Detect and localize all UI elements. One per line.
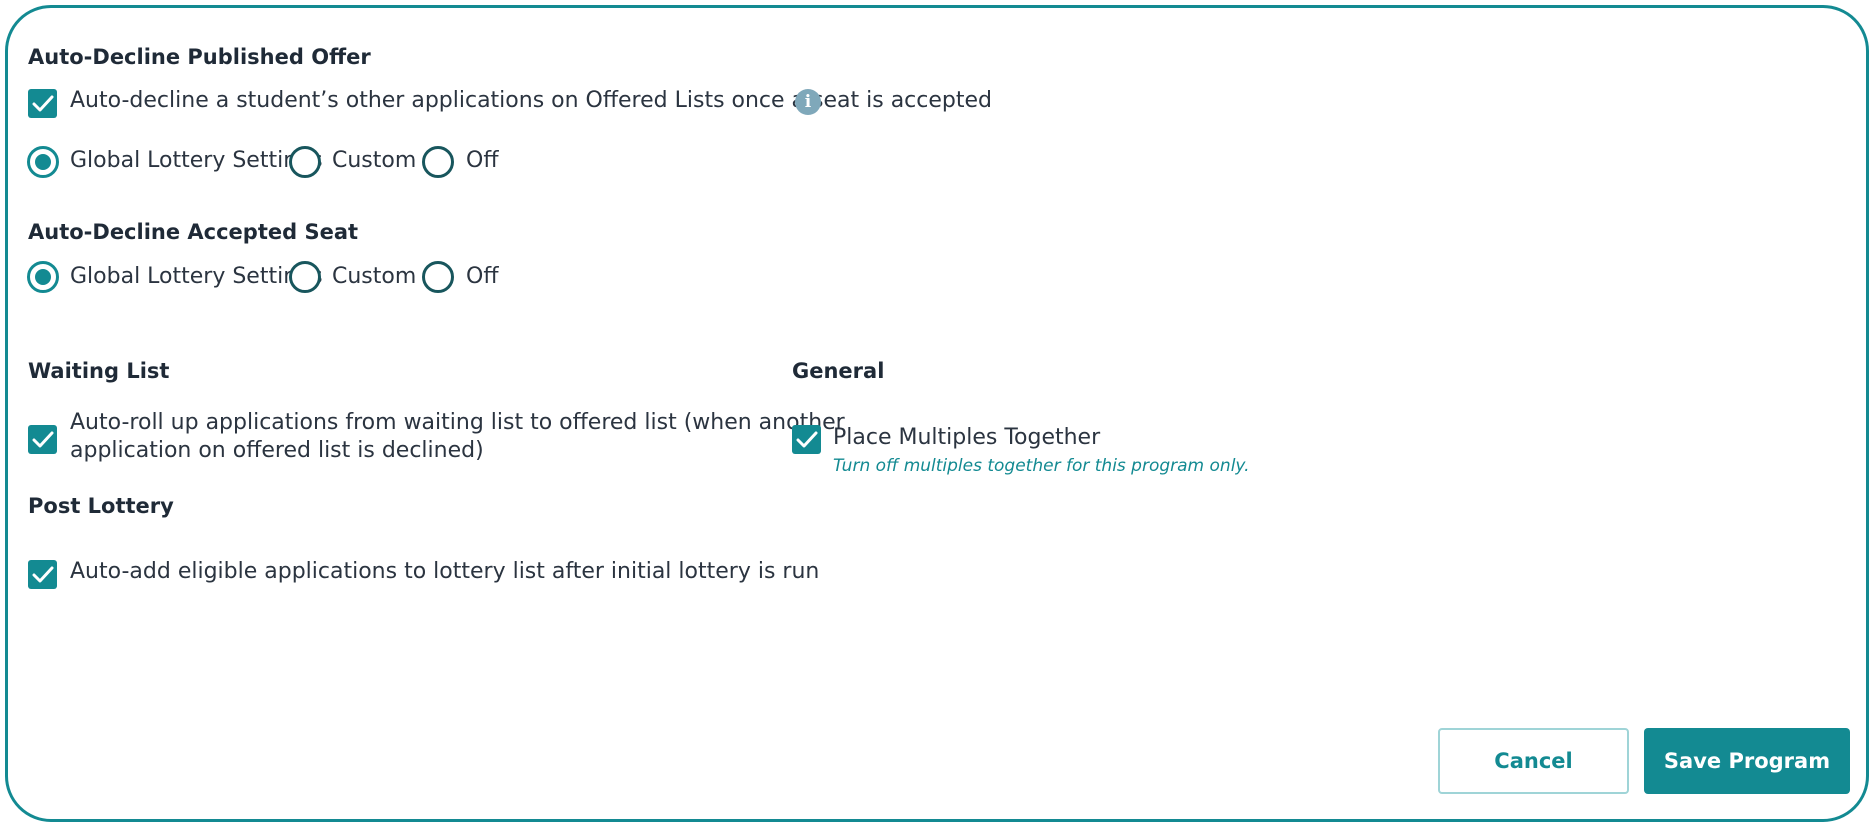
offer-radio-custom-label: Custom xyxy=(332,148,417,173)
offer-radio-off[interactable] xyxy=(422,146,454,178)
check-icon xyxy=(32,95,53,111)
waiting-list-checkbox[interactable] xyxy=(28,425,57,454)
offer-radio-custom[interactable] xyxy=(289,146,321,178)
seat-radio-custom[interactable] xyxy=(289,261,321,293)
info-icon[interactable]: i xyxy=(795,89,821,115)
seat-radio-custom-label: Custom xyxy=(332,264,417,289)
seat-radio-off-label: Off xyxy=(466,264,499,289)
check-icon xyxy=(32,566,53,582)
seat-radio-global-label: Global Lottery Settings xyxy=(70,264,323,289)
settings-panel: Auto-Decline Published Offer Auto-declin… xyxy=(5,5,1869,822)
place-multiples-checkbox[interactable] xyxy=(792,425,821,454)
check-icon xyxy=(796,431,817,447)
waiting-list-heading: Waiting List xyxy=(28,359,170,383)
auto-decline-offer-checkbox[interactable] xyxy=(28,89,57,118)
waiting-list-label-line2: application on offered list is declined) xyxy=(70,438,484,463)
check-icon xyxy=(32,431,53,447)
waiting-list-label-line1: Auto-roll up applications from waiting l… xyxy=(70,410,845,435)
seat-radio-off[interactable] xyxy=(422,261,454,293)
auto-decline-offer-heading: Auto-Decline Published Offer xyxy=(28,45,371,69)
post-lottery-checkbox[interactable] xyxy=(28,560,57,589)
place-multiples-hint: Turn off multiples together for this pro… xyxy=(833,456,1250,476)
post-lottery-label: Auto-add eligible applications to lotter… xyxy=(70,559,820,584)
post-lottery-heading: Post Lottery xyxy=(28,494,174,518)
place-multiples-label: Place Multiples Together xyxy=(833,425,1101,450)
cancel-button[interactable]: Cancel xyxy=(1438,728,1629,794)
offer-radio-global[interactable] xyxy=(27,146,59,178)
save-program-button[interactable]: Save Program xyxy=(1644,728,1850,794)
auto-decline-offer-label: Auto-decline a student’s other applicati… xyxy=(70,88,992,113)
offer-radio-off-label: Off xyxy=(466,148,499,173)
general-heading: General xyxy=(792,359,885,383)
seat-radio-global[interactable] xyxy=(27,261,59,293)
offer-radio-global-label: Global Lottery Settings xyxy=(70,148,323,173)
auto-decline-seat-heading: Auto-Decline Accepted Seat xyxy=(28,220,359,244)
